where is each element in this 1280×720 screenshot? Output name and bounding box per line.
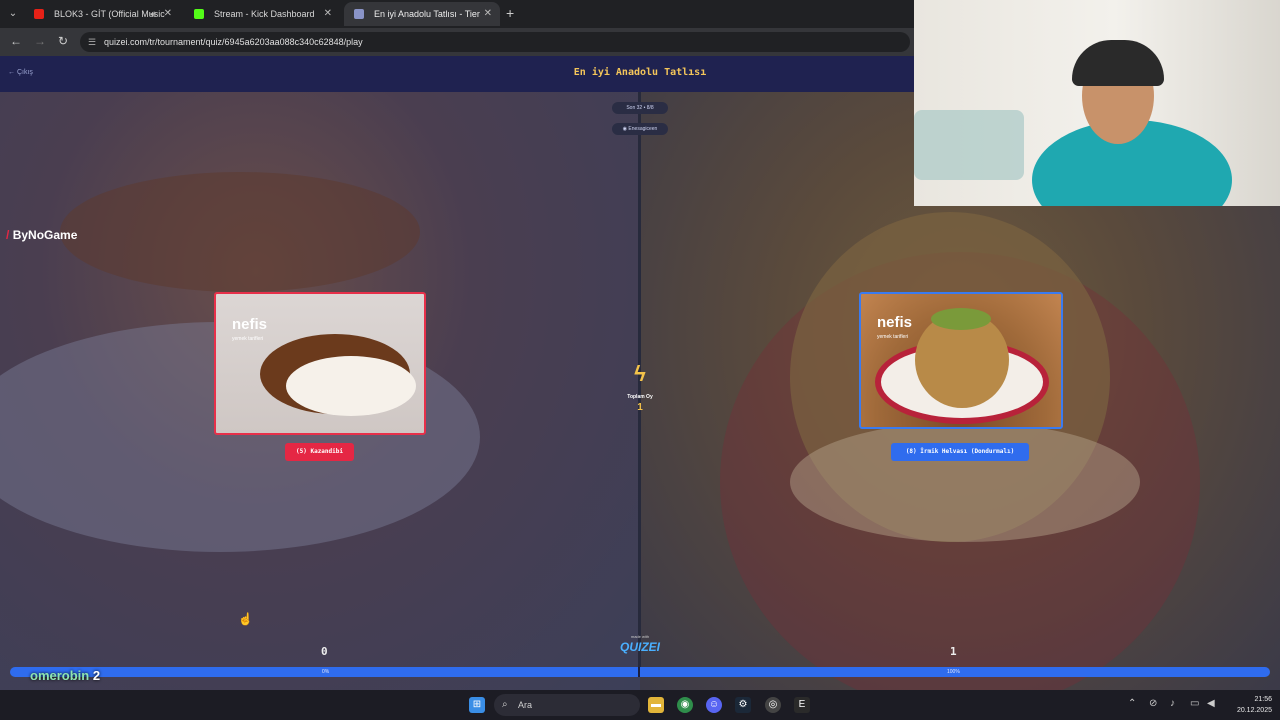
search-icon: ⌕ (502, 699, 508, 710)
kick-icon (194, 9, 204, 19)
made-with-label: made with (630, 634, 650, 639)
url-text: quizei.com/tr/tournament/quiz/6945a6203a… (104, 37, 363, 47)
kazandibi-image-card[interactable]: nefis yemek tarifleri (214, 292, 426, 435)
discord-icon[interactable]: ☺ (706, 697, 722, 713)
tab-title: BLOK3 - GİT (Official Music (54, 9, 165, 19)
dessert-shape (286, 356, 416, 416)
file-explorer-icon[interactable]: ▬ (648, 697, 664, 713)
backdrop-shape (60, 172, 420, 292)
tab-quizei[interactable]: En iyi Anadolu Tatlısı - Tier List ✕ (344, 2, 500, 26)
clock-time: 21:56 (1254, 696, 1272, 703)
creator-name: Enesagiceen (628, 126, 658, 132)
creator-badge[interactable]: ◉ Enesagiceen (612, 123, 668, 135)
channel-logo-icon: / (6, 228, 10, 242)
hand-cursor-icon: ☝ (238, 612, 253, 626)
nefis-watermark: nefis yemek tarifleri (232, 316, 268, 342)
vs-icon: ϟ (634, 361, 646, 386)
tab-search-icon[interactable]: ⌄ (4, 6, 22, 22)
back-arrow-icon[interactable]: ← (10, 34, 22, 48)
room-shape (914, 110, 1024, 180)
backdrop-shape (790, 422, 1140, 542)
pistachio-shape (931, 308, 991, 330)
tab-title: Stream - Kick Dashboard (214, 9, 315, 19)
app-icon[interactable]: ◎ (765, 697, 781, 713)
total-votes-value: 1 (637, 402, 643, 413)
stream-channel-overlay: / ByNoGame (6, 228, 77, 242)
search-label: Ara (518, 700, 533, 710)
steam-icon[interactable]: ⚙ (735, 697, 751, 713)
chat-text: 2 (92, 668, 101, 683)
browser-window: ⌄ BLOK3 - GİT (Official Music 🔊︎ ✕ Strea… (0, 0, 1280, 708)
new-tab-button[interactable]: + (506, 6, 514, 20)
reload-icon[interactable]: ↻ (58, 34, 68, 48)
windows-taskbar: ⊞ ⌕ Ara ▬ ◉ ☺ ⚙ ◎ E ⌃ ⊘ ♪ ▭ ◀ 21:56 20.1… (0, 690, 1280, 720)
close-icon[interactable]: ✕ (484, 2, 492, 26)
progress-divider (638, 667, 640, 677)
close-icon[interactable]: ✕ (324, 2, 332, 26)
epic-games-icon[interactable]: E (794, 697, 810, 713)
right-choice-button[interactable]: (8) İrmik Helvası (Dondurmalı) (891, 443, 1029, 461)
tab-title: En iyi Anadolu Tatlısı - Tier List (374, 9, 482, 19)
irmik-helvasi-image-card[interactable]: nefis yemek tarifleri (859, 292, 1063, 429)
youtube-icon (34, 9, 44, 19)
right-score: 1 (950, 645, 957, 658)
channel-name: ByNoGame (12, 228, 78, 242)
clock-date: 20.12.2025 (1236, 707, 1272, 714)
chat-username: omerobin (30, 668, 90, 683)
close-icon[interactable]: ✕ (164, 2, 172, 26)
speaker-icon[interactable]: 🔊︎ (150, 2, 156, 26)
forward-arrow-icon[interactable]: → (34, 34, 46, 48)
taskbar-search[interactable]: ⌕ Ara (494, 694, 640, 716)
system-clock[interactable]: 21:56 20.12.2025 (1226, 694, 1272, 716)
quizei-logo[interactable]: QUIZEI (610, 640, 670, 654)
left-percent: 0% (322, 669, 330, 675)
left-choice-button[interactable]: (5) Kazandibi (285, 443, 354, 461)
round-badge: Son 32 • 8/8 (612, 102, 668, 114)
chat-message: omerobin 2 (30, 668, 100, 683)
vote-progress-bar: 0% 100% (10, 667, 1270, 677)
volume-icon[interactable]: ◀ (1207, 698, 1215, 709)
address-bar[interactable]: ☰ quizei.com/tr/tournament/quiz/6945a620… (80, 32, 910, 52)
total-votes-label: Toplam Oy (627, 394, 653, 400)
chrome-icon[interactable]: ◉ (677, 697, 693, 713)
tab-kick-dashboard[interactable]: Stream - Kick Dashboard ✕ (184, 2, 340, 26)
display-icon[interactable]: ▭ (1190, 698, 1199, 709)
headphones-shape (1072, 40, 1164, 86)
webcam-overlay (914, 0, 1280, 206)
microphone-icon[interactable]: ♪ (1170, 698, 1175, 709)
start-icon[interactable]: ⊞ (469, 697, 485, 713)
site-info-icon[interactable]: ☰ (88, 32, 96, 52)
right-percent: 100% (947, 669, 960, 675)
nefis-watermark: nefis yemek tarifleri (877, 314, 913, 340)
left-score: 0 (321, 645, 328, 658)
quizei-icon (354, 9, 364, 19)
tab-youtube[interactable]: BLOK3 - GİT (Official Music 🔊︎ ✕ (24, 2, 180, 26)
network-off-icon[interactable]: ⊘ (1149, 698, 1157, 709)
chevron-up-icon[interactable]: ⌃ (1128, 698, 1136, 709)
